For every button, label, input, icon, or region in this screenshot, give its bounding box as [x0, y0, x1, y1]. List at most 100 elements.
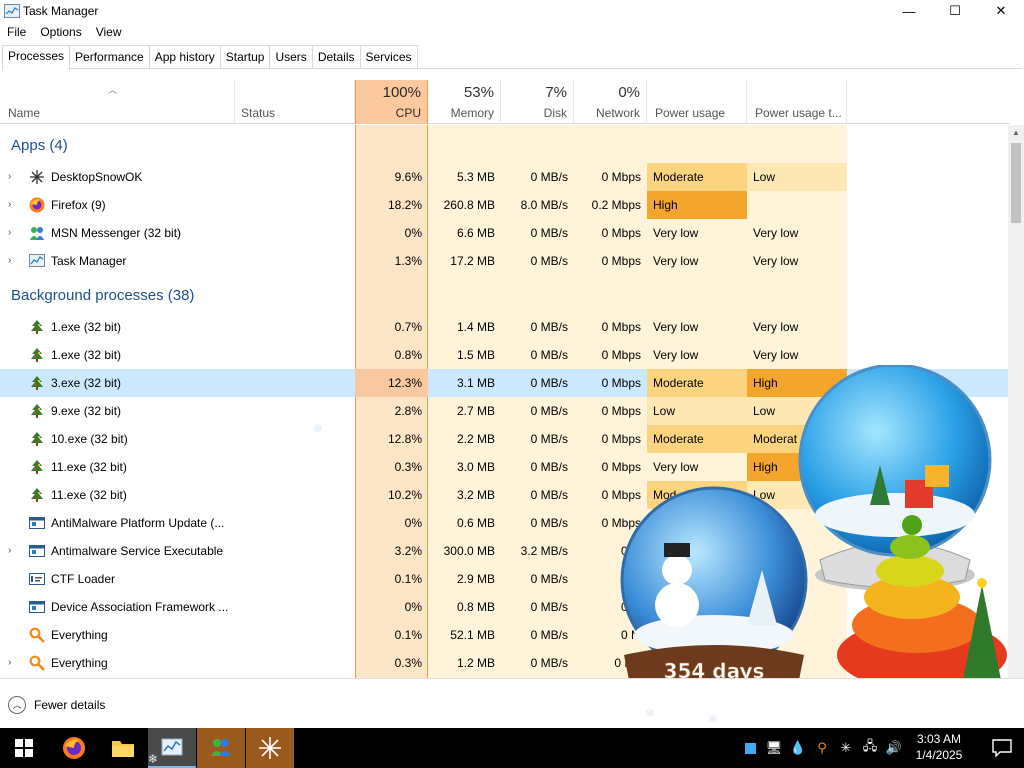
column-status[interactable]: Status: [235, 80, 355, 124]
column-disk[interactable]: 7% Disk: [501, 80, 574, 124]
process-row[interactable]: › MSN Messenger (32 bit) 0% 6.6 MB 0 MB/s 0 M…: [0, 219, 1008, 247]
snowflake-icon: [30, 170, 44, 184]
cell-power: Very low: [653, 460, 699, 474]
cell-mem: 5.3 MB: [456, 170, 495, 184]
cell-net: 0 Mbps: [601, 348, 641, 362]
tray-snowflake-icon[interactable]: ✳: [834, 728, 858, 768]
menu-file[interactable]: File: [0, 22, 33, 42]
tree-icon: [31, 348, 43, 362]
tab-startup[interactable]: Startup: [219, 45, 271, 68]
column-header: ︿ Name Status 100% CPU 53% Memory 7% Dis…: [0, 80, 1010, 124]
column-power-label: Power usage: [655, 106, 726, 120]
window-icon: [29, 601, 45, 613]
tab-users[interactable]: Users: [269, 45, 313, 68]
tray-square-icon[interactable]: [738, 728, 762, 768]
expand-chevron-icon[interactable]: ›: [8, 658, 16, 668]
cell-cpu: 3.2%: [394, 544, 422, 558]
group-background-title: Background processes (38): [11, 287, 195, 304]
cell-power: Moderate: [647, 163, 747, 191]
process-name: DesktopSnowOK: [51, 170, 143, 184]
cell-disk: 0 MB/s: [530, 348, 568, 362]
menu-view[interactable]: View: [89, 22, 129, 42]
column-network-label: Network: [595, 106, 640, 120]
process-name: 10.exe (32 bit): [51, 432, 128, 446]
snowflake-decoration: ❄: [708, 712, 719, 726]
close-button[interactable]: ✕: [978, 0, 1024, 22]
process-name: Everything: [51, 656, 108, 670]
maximize-button[interactable]: ☐: [932, 0, 978, 22]
cell-power: High: [647, 191, 747, 219]
expand-chevron-icon[interactable]: ›: [8, 172, 16, 182]
scroll-up-icon[interactable]: ▲: [1008, 125, 1024, 141]
cell-trend: Very low: [753, 226, 799, 240]
cell-mem: 1.2 MB: [456, 656, 495, 670]
process-name: AntiMalware Platform Update (...: [51, 516, 225, 530]
notification-center-button[interactable]: [979, 728, 1024, 768]
cell-mem: 0.8 MB: [456, 600, 495, 614]
expand-chevron-icon[interactable]: ›: [8, 228, 16, 238]
cell-mem: 1.5 MB: [456, 348, 495, 362]
process-row[interactable]: › Firefox (9) 18.2% 260.8 MB 8.0 MB/s 0.2 Mbp…: [0, 191, 1008, 219]
start-button[interactable]: [0, 728, 48, 768]
taskbar-desktopsnowok[interactable]: [246, 728, 294, 768]
process-name: Firefox (9): [51, 198, 106, 212]
tree-icon: [31, 432, 43, 446]
process-row[interactable]: 1.exe (32 bit) 0.7% 1.4 MB 0 MB/s 0 Mbps Very…: [0, 313, 1008, 341]
expand-chevron-icon[interactable]: ›: [8, 256, 16, 266]
tab-performance[interactable]: Performance: [69, 45, 150, 68]
tab-app-history[interactable]: App history: [148, 45, 221, 68]
title-bar[interactable]: Task Manager — ☐ ✕: [0, 0, 1024, 22]
process-name: 11.exe (32 bit): [51, 488, 127, 502]
process-row[interactable]: › DesktopSnowOK 9.6% 5.3 MB 0 MB/s 0 Mbps Mode…: [0, 163, 1008, 191]
expand-chevron-icon[interactable]: ›: [8, 546, 16, 556]
cell-disk: 8.0 MB/s: [520, 198, 568, 212]
tab-details[interactable]: Details: [311, 45, 361, 68]
expand-chevron-icon[interactable]: ›: [8, 200, 16, 210]
footer: ︿ Fewer details: [0, 678, 1024, 728]
cell-disk: 0 MB/s: [530, 628, 568, 642]
tab-services[interactable]: Services: [359, 45, 418, 68]
cell-cpu: 0.3%: [394, 460, 422, 474]
column-power-trend-label: Power usage t...: [755, 106, 842, 120]
menu-options[interactable]: Options: [33, 22, 88, 42]
cell-trend: [747, 191, 847, 219]
firefox-icon: [63, 737, 85, 759]
taskbar-msn[interactable]: [197, 728, 245, 768]
scroll-thumb[interactable]: [1011, 143, 1021, 223]
fewer-details-link[interactable]: Fewer details: [34, 698, 105, 712]
cell-mem: 2.7 MB: [456, 404, 495, 418]
cell-mem: 260.8 MB: [443, 198, 495, 212]
taskbar-firefox[interactable]: [50, 728, 98, 768]
tray-app-icon[interactable]: 🖥: [762, 728, 786, 768]
column-network[interactable]: 0% Network: [574, 80, 647, 124]
windows-logo-icon: [15, 739, 33, 757]
cell-power: Moderate: [647, 425, 747, 453]
cell-disk: 0 MB/s: [530, 600, 568, 614]
cell-cpu: 9.6%: [394, 170, 422, 184]
tab-processes[interactable]: Processes: [2, 45, 71, 70]
network-icon[interactable]: 🖧: [858, 728, 882, 768]
process-row[interactable]: › Task Manager 1.3% 17.2 MB 0 MB/s 0 Mbps Very…: [0, 247, 1008, 275]
chevron-up-icon[interactable]: ︿: [8, 696, 26, 714]
column-disk-label: Disk: [543, 106, 567, 120]
taskbar-clock[interactable]: 3:03 AM 1/4/2025: [900, 731, 978, 763]
tree-icon: [31, 320, 43, 334]
taskbar-file-explorer[interactable]: [99, 728, 147, 768]
cell-net: 0 Mbps: [601, 404, 641, 418]
cell-power: Very low: [653, 226, 699, 240]
cell-disk: 0 MB/s: [530, 404, 568, 418]
tray-drop-icon[interactable]: 💧: [786, 728, 810, 768]
column-cpu[interactable]: 100% CPU: [355, 80, 428, 124]
window-title: Task Manager: [23, 4, 99, 18]
everything-icon: [29, 655, 45, 671]
column-status-label: Status: [241, 106, 276, 120]
column-name[interactable]: ︿ Name: [0, 80, 235, 124]
column-memory[interactable]: 53% Memory: [428, 80, 501, 124]
column-power-usage[interactable]: Power usage: [647, 80, 747, 124]
tray-search-icon[interactable]: ⚲: [810, 728, 834, 768]
msn-icon: [30, 227, 44, 240]
column-power-trend[interactable]: Power usage t...: [747, 80, 847, 124]
minimize-button[interactable]: —: [886, 0, 932, 22]
cell-cpu: 0%: [404, 226, 422, 240]
cell-disk: 0 MB/s: [530, 572, 568, 586]
